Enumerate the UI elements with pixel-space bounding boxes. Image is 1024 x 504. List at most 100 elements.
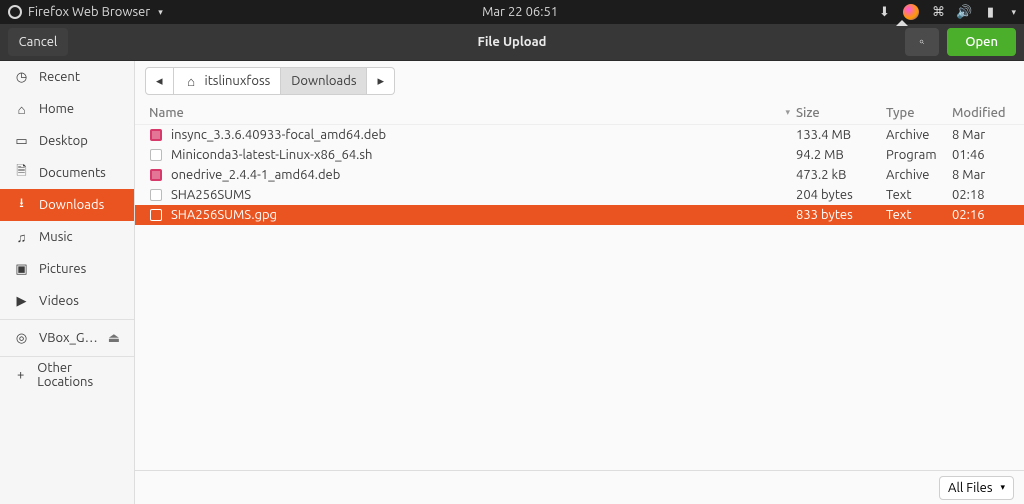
sidebar-item-volume[interactable]: ◎ VBox_G… ⏏: [0, 322, 134, 354]
sort-indicator-icon: ▾: [785, 107, 790, 118]
file-type: Archive: [886, 128, 952, 142]
text-file-icon: [149, 208, 163, 222]
sidebar-item-label: Documents: [39, 166, 106, 180]
sidebar-item-label: Downloads: [39, 198, 104, 212]
file-size: 833 bytes: [796, 208, 886, 222]
column-name[interactable]: Name: [145, 106, 785, 120]
search-button[interactable]: [905, 28, 939, 56]
dialog-body: ◷ Recent ⌂ Home ▭ Desktop 🗎 Documents ⭳ Downl…: [0, 60, 1024, 504]
clock[interactable]: Mar 22 06:51: [163, 5, 878, 19]
path-label: Downloads: [291, 74, 356, 88]
file-row[interactable]: SHA256SUMS.gpg 833 bytes Text 02:16: [135, 205, 1024, 225]
file-size: 94.2 MB: [796, 148, 886, 162]
column-type[interactable]: Type: [886, 106, 952, 120]
sidebar-item-label: VBox_G…: [39, 331, 98, 345]
search-icon: [919, 35, 925, 49]
app-name: Firefox Web Browser: [28, 5, 150, 19]
home-icon: ⌂: [184, 74, 199, 89]
chevron-down-icon: ▾: [1000, 482, 1005, 493]
sidebar-item-music[interactable]: ♫Music: [0, 221, 134, 253]
downloads-icon: ⭳: [14, 198, 29, 213]
menubar-left[interactable]: Firefox Web Browser ▾: [8, 5, 163, 19]
system-menubar: Firefox Web Browser ▾ Mar 22 06:51 ⬇ ⌘ 🔊…: [0, 0, 1024, 24]
text-file-icon: [149, 148, 163, 162]
sidebar-item-recent[interactable]: ◷ Recent: [0, 61, 134, 93]
dialog-title: File Upload: [0, 35, 1024, 49]
path-back-button[interactable]: ◂: [145, 67, 174, 95]
package-icon: [149, 128, 163, 142]
videos-icon: ▶: [14, 294, 29, 309]
dropbox-icon[interactable]: ⬇: [877, 5, 891, 19]
file-modified: 02:16: [952, 208, 1014, 222]
cancel-button[interactable]: Cancel: [8, 28, 68, 56]
dialog-footer: All Files ▾: [135, 470, 1024, 504]
file-type: Text: [886, 208, 952, 222]
column-headers: Name ▾ Size Type Modified: [135, 101, 1024, 125]
file-row[interactable]: onedrive_2.4.4-1_amd64.deb 473.2 kB Arch…: [135, 165, 1024, 185]
clock-icon: ◷: [14, 70, 29, 85]
file-name: SHA256SUMS: [171, 188, 251, 202]
path-segment-current[interactable]: Downloads: [281, 67, 367, 95]
sidebar-item-downloads[interactable]: ⭳ Downloads: [0, 189, 134, 221]
desktop-icon: ▭: [14, 134, 29, 149]
sidebar-item-label: Music: [39, 230, 73, 244]
sidebar-separator: [0, 356, 134, 357]
documents-icon: 🗎: [14, 166, 29, 181]
sidebar-item-other-locations[interactable]: + Other Locations: [0, 359, 134, 391]
sidebar-separator: [0, 319, 134, 320]
text-file-icon: [149, 188, 163, 202]
dialog-titlebar: Cancel File Upload Open: [0, 24, 1024, 60]
file-modified: 8 Mar: [952, 168, 1014, 182]
file-modified: 02:18: [952, 188, 1014, 202]
sidebar-item-videos[interactable]: ▶Videos: [0, 285, 134, 317]
file-row[interactable]: insync_3.3.6.40933-focal_amd64.deb 133.4…: [135, 125, 1024, 145]
eject-icon[interactable]: ⏏: [108, 331, 120, 346]
file-name: insync_3.3.6.40933-focal_amd64.deb: [171, 128, 386, 142]
file-type: Archive: [886, 168, 952, 182]
file-name: onedrive_2.4.4-1_amd64.deb: [171, 168, 340, 182]
path-forward-button[interactable]: ▸: [367, 67, 395, 95]
file-type: Program: [886, 148, 952, 162]
disk-icon: ◎: [14, 331, 29, 346]
file-chooser-content: ◂ ⌂ itslinuxfoss Downloads ▸ Name ▾ Size …: [135, 61, 1024, 504]
places-sidebar: ◷ Recent ⌂ Home ▭ Desktop 🗎 Documents ⭳ Downl…: [0, 61, 135, 504]
pictures-icon: ▣: [14, 262, 29, 277]
sidebar-item-label: Pictures: [39, 262, 86, 276]
file-row[interactable]: SHA256SUMS 204 bytes Text 02:18: [135, 185, 1024, 205]
file-list: insync_3.3.6.40933-focal_amd64.deb 133.4…: [135, 125, 1024, 470]
path-segment-home[interactable]: ⌂ itslinuxfoss: [174, 67, 282, 95]
sidebar-item-home[interactable]: ⌂ Home: [0, 93, 134, 125]
firefox-status-icon[interactable]: [903, 4, 919, 20]
plus-icon: +: [14, 368, 27, 383]
file-row[interactable]: Miniconda3-latest-Linux-x86_64.sh 94.2 M…: [135, 145, 1024, 165]
sidebar-item-label: Other Locations: [37, 361, 120, 389]
column-size[interactable]: Size: [796, 106, 886, 120]
file-name: Miniconda3-latest-Linux-x86_64.sh: [171, 148, 372, 162]
file-size: 473.2 kB: [796, 168, 886, 182]
file-filter-dropdown[interactable]: All Files ▾: [939, 476, 1014, 500]
volume-icon[interactable]: 🔊: [957, 5, 971, 19]
menubar-right[interactable]: ⬇ ⌘ 🔊 ▮ ▾: [877, 4, 1016, 20]
column-modified[interactable]: Modified: [952, 106, 1014, 120]
sidebar-item-label: Recent: [39, 70, 80, 84]
sidebar-item-desktop[interactable]: ▭ Desktop: [0, 125, 134, 157]
sidebar-item-label: Home: [39, 102, 74, 116]
file-size: 133.4 MB: [796, 128, 886, 142]
sidebar-item-label: Desktop: [39, 134, 88, 148]
file-modified: 8 Mar: [952, 128, 1014, 142]
pathbar: ◂ ⌂ itslinuxfoss Downloads ▸: [135, 61, 1024, 101]
file-modified: 01:46: [952, 148, 1014, 162]
open-button[interactable]: Open: [947, 28, 1016, 56]
file-size: 204 bytes: [796, 188, 886, 202]
file-type: Text: [886, 188, 952, 202]
battery-icon[interactable]: ▮: [983, 5, 997, 19]
network-icon[interactable]: ⌘: [931, 5, 945, 19]
sidebar-item-pictures[interactable]: ▣ Pictures: [0, 253, 134, 285]
sidebar-item-documents[interactable]: 🗎 Documents: [0, 157, 134, 189]
package-icon: [149, 168, 163, 182]
path-label: itslinuxfoss: [205, 74, 271, 88]
popover-arrow: [896, 20, 908, 26]
home-icon: ⌂: [14, 102, 29, 117]
file-name: SHA256SUMS.gpg: [171, 208, 277, 222]
system-menu-caret[interactable]: ▾: [1011, 7, 1016, 18]
